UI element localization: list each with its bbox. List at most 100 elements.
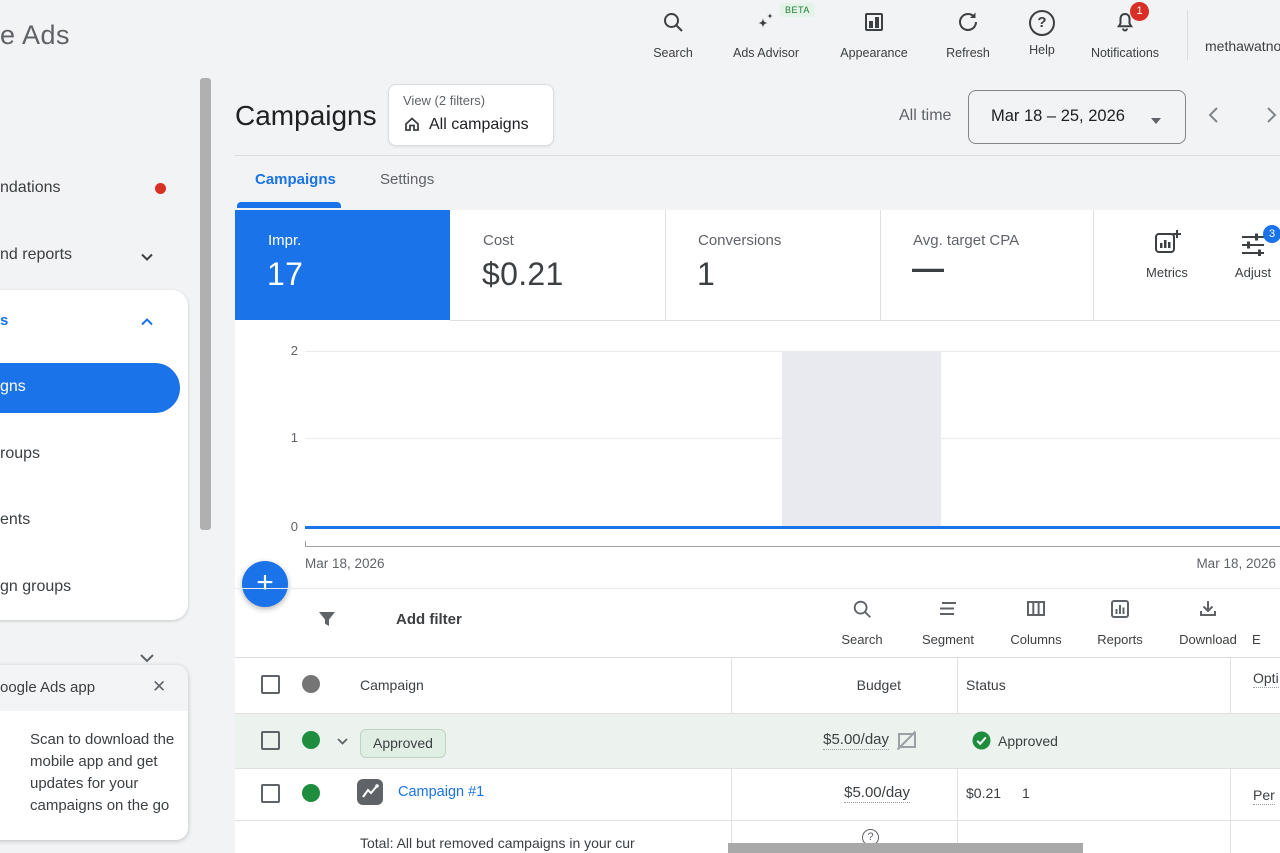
close-icon[interactable]: ✕ [152,677,166,697]
adjust-button[interactable]: Adjust 3 [1218,228,1280,298]
expand-button[interactable]: E [1252,598,1280,647]
campaign-optimization-value[interactable]: Per [1253,787,1275,805]
scorecard-avg-target-cpa-label: Avg. target CPA [913,232,1019,249]
column-header-optimization[interactable]: Opti [1253,670,1279,688]
status-filter-dot[interactable] [302,675,320,693]
segment-button[interactable]: Segment [900,598,996,647]
account-name[interactable]: methawatno [1205,38,1280,54]
topbar-search-button[interactable]: Search [625,10,721,60]
sidebar-item-campaign-groups[interactable]: gn groups [0,578,71,596]
chevron-up-icon[interactable] [138,313,156,336]
campaign-type-icon [357,779,383,805]
caret-down-icon [1149,113,1163,131]
chevron-down-icon[interactable] [334,733,351,755]
select-all-checkbox[interactable] [261,675,280,694]
sidebar-item-ad-groups[interactable]: roups [0,445,40,463]
expand-label: E [1252,632,1280,647]
campaign-name-link[interactable]: Campaign #1 [398,784,484,800]
tab-settings[interactable]: Settings [380,171,434,188]
date-range-picker[interactable]: Mar 18 – 25, 2026 [968,90,1186,144]
download-label: Download [1160,632,1256,647]
sidebar-item-contents[interactable]: ents [0,511,30,529]
sidebar-item-campaigns-label: gns [0,378,26,396]
reports-button[interactable]: Reports [1072,598,1168,647]
adjust-badge: 3 [1263,225,1280,243]
scorecard-conversions-value: 1 [697,256,715,293]
divider [450,320,1280,321]
topbar-divider [1187,10,1188,60]
tab-campaigns[interactable]: Campaigns [255,171,336,188]
campaign-conversions-value: 1 [1022,785,1030,801]
budget-locked-icon [895,729,919,758]
help-icon: ? [1029,10,1055,36]
summary-row-checkbox[interactable] [261,731,280,750]
scorecard-avg-target-cpa[interactable]: Avg. target CPA — [880,210,1094,320]
beta-badge: BETA [780,3,815,17]
scorecard-impressions-label: Impr. [268,232,301,249]
topbar-help-button[interactable]: ? Help [994,10,1090,57]
topbar-appearance-label: Appearance [826,46,922,60]
add-filter-button[interactable]: Add filter [396,611,462,628]
table-search-button[interactable]: Search [814,598,910,647]
scorecard-impressions[interactable]: Impr. 17 [235,210,450,320]
sidebar-item-insights-reports[interactable]: nd reports [0,246,72,264]
google-ads-campaigns-screen: e Ads Search BETA Ads Advisor Appearance… [0,0,1280,853]
sidebar-section-header[interactable]: s [0,312,8,329]
page-title: Campaigns [235,100,377,132]
columns-label: Columns [988,632,1084,647]
chart-axis-tick [305,541,306,547]
reports-label: Reports [1072,632,1168,647]
enabled-status-dot[interactable] [302,784,320,802]
view-selector-label: View (2 filters) [403,93,485,108]
topbar-appearance-button[interactable]: Appearance [826,10,922,60]
scorecard-cost[interactable]: Cost $0.21 [450,210,666,320]
scorecard-cost-value: $0.21 [482,256,564,293]
column-header-status[interactable]: Status [966,677,1006,693]
date-next-button[interactable] [1260,103,1280,132]
search-icon [661,21,685,38]
refresh-icon [956,21,980,38]
table-horizontal-scrollbar[interactable] [728,843,1083,853]
app-promo-body: Scan to download the mobile app and get … [30,729,182,817]
download-button[interactable]: Download [1160,598,1256,647]
bell-icon [1113,21,1137,38]
topbar-notifications-button[interactable]: 1 Notifications [1077,10,1173,60]
summary-status-value: Approved [998,733,1058,749]
columns-button[interactable]: Columns [988,598,1084,647]
column-header-budget[interactable]: Budget [731,677,901,693]
download-icon [1197,607,1219,624]
campaign-row-checkbox[interactable] [261,784,280,803]
filter-icon[interactable] [316,608,338,635]
sidebar-scrollbar[interactable] [200,78,211,530]
adjust-icon [1239,243,1267,260]
scorecard-cost-label: Cost [483,232,514,249]
scorecard-conversions[interactable]: Conversions 1 [665,210,881,320]
status-filter-chip[interactable]: Approved [360,729,446,758]
app-promo-title: oogle Ads app [0,679,95,696]
chart-axis-line [305,546,1280,547]
column-header-campaign[interactable]: Campaign [360,677,424,693]
chart-ytick-1: 1 [270,430,298,445]
view-selector[interactable]: View (2 filters) All campaigns [388,84,554,146]
topbar-ads-advisor-button[interactable]: BETA Ads Advisor [718,10,814,60]
sidebar-item-campaigns-active[interactable]: gns [0,363,180,413]
reports-icon [1109,607,1131,624]
chart-xlabel-left: Mar 18, 2026 [305,556,385,571]
view-selector-value: All campaigns [429,116,529,134]
app-logo[interactable]: e Ads [0,20,70,51]
metrics-button[interactable]: Metrics [1130,228,1204,298]
adjust-label: Adjust [1218,265,1280,280]
appearance-icon [862,21,886,38]
columns-icon [1025,607,1047,624]
plus-icon: + [242,561,288,607]
total-row-label: Total: All but removed campaigns in your… [360,835,635,851]
segment-label: Segment [900,632,996,647]
summary-budget-cell[interactable]: $5.00/day [731,731,889,749]
add-campaign-fab[interactable]: + [242,561,288,607]
sidebar-item-recommendations[interactable]: ndations [0,179,61,197]
chart-gridline-2 [305,351,1280,352]
chevron-down-icon[interactable] [138,248,156,271]
date-prev-button[interactable] [1203,103,1225,132]
campaign-budget-cell[interactable]: $5.00/day [731,784,910,802]
app-promo-card: oogle Ads app ✕ Scan to download the mob… [0,665,188,840]
